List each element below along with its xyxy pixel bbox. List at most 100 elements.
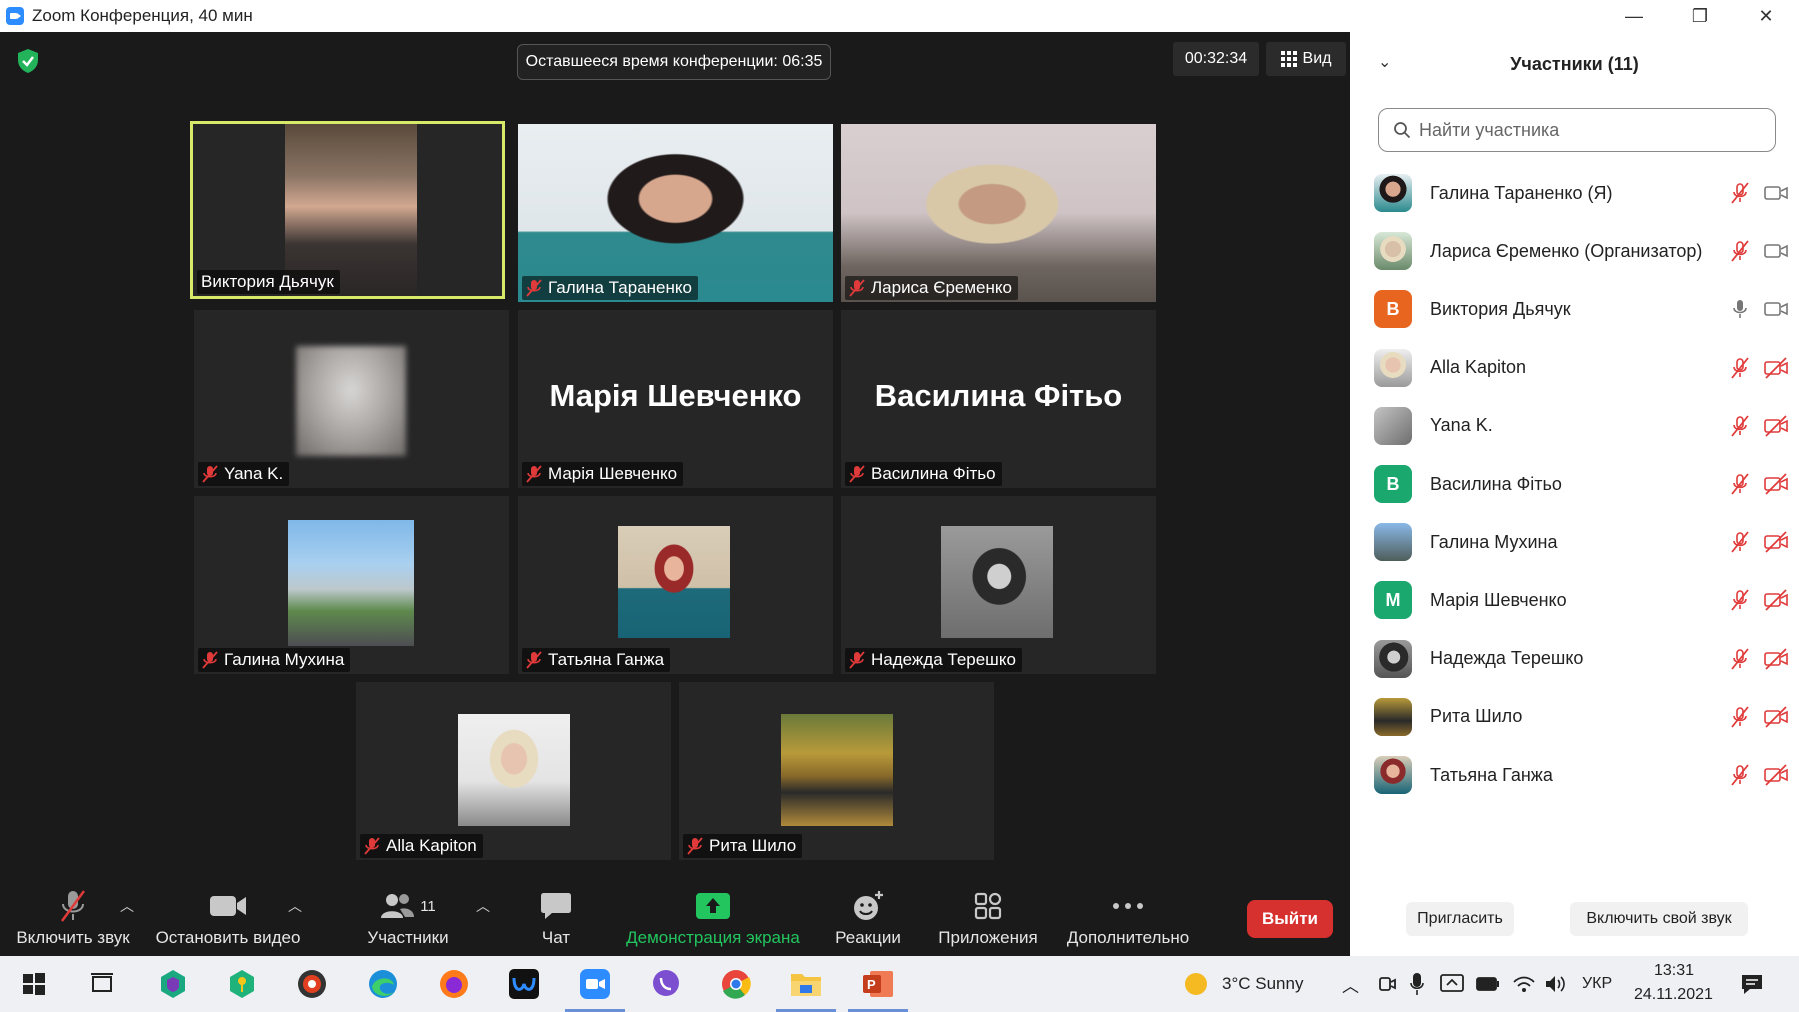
mic-muted-icon[interactable] (1730, 648, 1750, 670)
weather-text[interactable]: 3°C Sunny (1222, 974, 1303, 994)
battery-icon[interactable] (1476, 976, 1500, 992)
wifi-icon[interactable] (1512, 974, 1536, 994)
mic-muted-icon[interactable] (1730, 473, 1750, 495)
participant-avatar (1374, 174, 1412, 212)
security-app-icon[interactable] (153, 964, 193, 1004)
tray-overflow-chevron-icon[interactable]: ︿ (1342, 972, 1359, 997)
camera-off-icon[interactable] (1764, 356, 1788, 379)
task-view-icon[interactable] (82, 964, 122, 1004)
zoom-taskbar-icon[interactable] (565, 964, 625, 1012)
video-tile[interactable]: Галина Мухина (194, 496, 509, 674)
video-tile[interactable]: Alla Kapiton (356, 682, 671, 860)
notifications-icon[interactable] (1740, 972, 1764, 996)
participant-status-icons (1730, 240, 1788, 262)
participant-row[interactable]: В Виктория Дьячук (1374, 286, 1794, 332)
mic-on-icon[interactable] (1730, 298, 1750, 320)
camera-on-icon[interactable] (1764, 300, 1788, 318)
leave-meeting-button[interactable]: Выйти (1247, 900, 1333, 938)
powerpoint-icon[interactable]: P (848, 964, 908, 1012)
video-options-caret-icon[interactable]: ︿ (288, 896, 302, 916)
stop-video-button[interactable]: Остановить видео (150, 880, 306, 956)
mic-muted-icon[interactable] (1730, 589, 1750, 611)
participant-name: Виктория Дьячук (1430, 298, 1571, 319)
participant-row[interactable]: М Марія Шевченко (1374, 577, 1794, 623)
mic-muted-icon[interactable] (1730, 764, 1750, 786)
camera-off-icon[interactable] (1764, 473, 1788, 495)
participant-name: Галина Мухина (1430, 531, 1558, 552)
search-input[interactable] (1419, 119, 1759, 141)
video-tile[interactable]: Рита Шило (679, 682, 994, 860)
weather-sun-icon[interactable] (1176, 964, 1216, 1004)
clock-date[interactable]: 24.11.2021 (1634, 986, 1713, 1004)
security-shield-icon[interactable] (16, 48, 40, 74)
participants-options-caret-icon[interactable]: ︿ (476, 896, 490, 916)
firefox-icon[interactable] (434, 964, 474, 1004)
media-player-icon[interactable] (292, 964, 332, 1004)
share-screen-button[interactable]: Демонстрация экрана (620, 880, 806, 956)
video-tile[interactable]: Галина Тараненко (518, 124, 833, 302)
camera-off-icon[interactable] (1764, 764, 1788, 786)
video-tile[interactable]: Yana K. (194, 310, 509, 488)
unmute-button[interactable]: Включить звук (10, 880, 136, 956)
participant-row[interactable]: В Василина Фітьо (1374, 461, 1794, 507)
reactions-button[interactable]: Реакции (826, 880, 910, 956)
windows-start-icon[interactable] (14, 964, 54, 1004)
clock-time[interactable]: 13:31 (1654, 962, 1694, 980)
audio-options-caret-icon[interactable]: ︿ (120, 896, 134, 916)
edge-browser-icon[interactable] (363, 964, 403, 1004)
vpn-key-icon[interactable] (222, 964, 262, 1004)
participant-row[interactable]: Alla Kapiton (1374, 345, 1794, 391)
volume-icon[interactable] (1544, 974, 1566, 994)
video-tile[interactable]: Лариса Єременко (841, 124, 1156, 302)
minimize-button[interactable]: — (1601, 0, 1667, 32)
invite-button[interactable]: Пригласить (1406, 902, 1514, 936)
mic-muted-icon[interactable] (1730, 531, 1750, 553)
meet-now-icon[interactable] (1378, 974, 1396, 994)
share-screen-label: Демонстрация экрана (626, 928, 800, 947)
chrome-icon[interactable] (716, 964, 756, 1004)
participant-status-icons (1730, 764, 1788, 786)
maximize-button[interactable]: ❐ (1667, 0, 1733, 32)
video-tile[interactable]: Виктория Дьячук (190, 121, 505, 299)
mic-muted-icon[interactable] (1730, 706, 1750, 728)
file-explorer-icon[interactable] (776, 964, 836, 1012)
participant-status-icons (1730, 589, 1788, 612)
participant-row[interactable]: Рита Шило (1374, 694, 1794, 740)
mic-muted-icon[interactable] (1730, 415, 1750, 437)
mic-muted-icon[interactable] (1730, 357, 1750, 379)
participant-row[interactable]: Yana K. (1374, 403, 1794, 449)
chat-button[interactable]: Чат (526, 880, 586, 956)
camera-off-icon[interactable] (1764, 706, 1788, 728)
video-tile[interactable]: Марія Шевченко Марія Шевченко (518, 310, 833, 488)
participant-status-icons (1730, 531, 1788, 553)
participant-search[interactable] (1378, 108, 1776, 152)
viber-icon[interactable] (646, 964, 686, 1004)
camera-off-icon[interactable] (1764, 415, 1788, 437)
microphone-tray-icon[interactable] (1410, 972, 1424, 996)
participant-row[interactable]: Надежда Терешко (1374, 636, 1794, 682)
apps-button[interactable]: Приложения (930, 880, 1046, 956)
participant-row[interactable]: Лариса Єременко (Организатор) (1374, 228, 1794, 274)
participants-button[interactable]: 11 Участники (356, 880, 460, 956)
grid-icon (1280, 51, 1297, 67)
unmute-me-button[interactable]: Включить свой звук (1570, 902, 1748, 936)
video-tile[interactable]: Надежда Терешко (841, 496, 1156, 674)
view-button[interactable]: Вид (1266, 42, 1346, 76)
camera-off-icon[interactable] (1764, 589, 1788, 612)
keyboard-language[interactable]: УКР (1582, 975, 1612, 993)
screen-share-tray-icon[interactable] (1440, 972, 1464, 996)
camera-on-icon[interactable] (1764, 184, 1788, 202)
webex-icon[interactable] (504, 964, 544, 1004)
participant-row[interactable]: Галина Тараненко (Я) (1374, 170, 1794, 216)
video-tile[interactable]: Василина Фітьо Василина Фітьо (841, 310, 1156, 488)
participant-row[interactable]: Галина Мухина (1374, 519, 1794, 565)
camera-off-icon[interactable] (1764, 647, 1788, 670)
camera-off-icon[interactable] (1764, 531, 1788, 553)
mic-muted-icon[interactable] (1730, 182, 1750, 204)
close-button[interactable]: ✕ (1733, 0, 1799, 32)
participant-row[interactable]: Татьяна Ганжа (1374, 752, 1794, 798)
more-button[interactable]: Дополнительно (1058, 880, 1198, 956)
video-tile[interactable]: Татьяна Ганжа (518, 496, 833, 674)
camera-on-icon[interactable] (1764, 242, 1788, 260)
mic-muted-icon[interactable] (1730, 240, 1750, 262)
